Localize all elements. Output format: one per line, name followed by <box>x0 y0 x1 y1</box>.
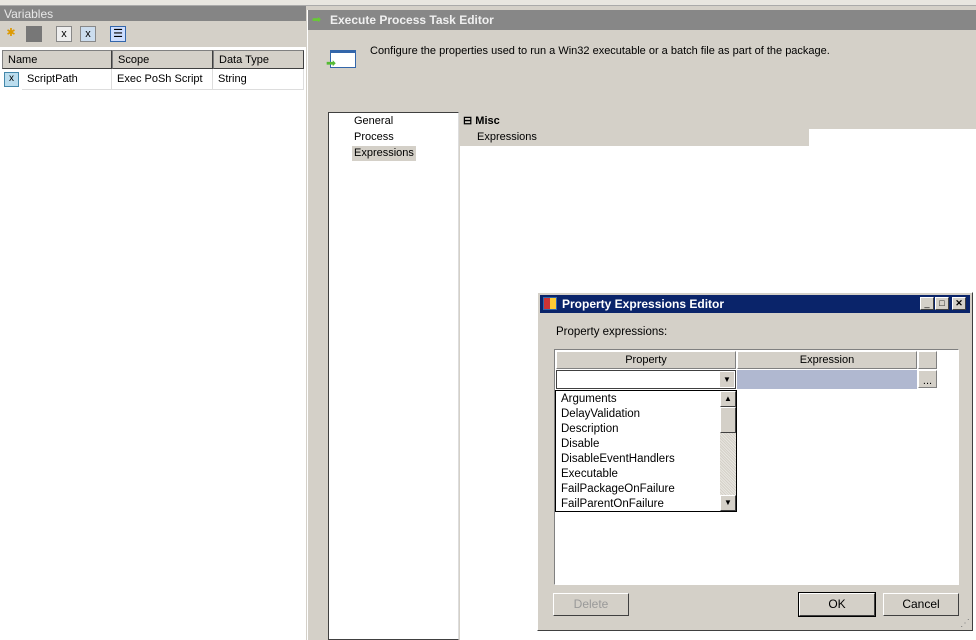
property-combo[interactable]: ▼ <box>556 370 736 389</box>
variables-panel: Variables ✱ x x ☰ Name Scope Data Type x… <box>0 6 306 640</box>
expression-cell[interactable] <box>737 370 917 389</box>
list-item[interactable]: Arguments <box>561 392 617 407</box>
property-expressions-value[interactable] <box>809 129 976 146</box>
cancel-button[interactable]: Cancel <box>883 593 959 616</box>
list-scrollbar[interactable]: ▲ ▼ <box>720 391 736 511</box>
editor-description: Configure the properties used to run a W… <box>370 45 830 57</box>
dialog-app-icon <box>543 297 557 310</box>
nav-process[interactable]: Process <box>352 130 396 145</box>
delete-variable-icon[interactable] <box>26 26 42 42</box>
property-expressions-editor: Property Expressions Editor _ □ ✕ Proper… <box>537 292 973 631</box>
collapse-icon[interactable]: ⊟ <box>463 115 472 127</box>
list-item[interactable]: Disable <box>561 437 599 452</box>
list-item[interactable]: DelayValidation <box>561 407 640 422</box>
list-item[interactable]: Description <box>561 422 619 437</box>
column-header-scope[interactable]: Scope <box>112 50 213 69</box>
cell-name: ScriptPath <box>22 69 112 90</box>
list-item[interactable]: FailPackageOnFailure <box>561 482 675 497</box>
list-item[interactable]: DisableEventHandlers <box>561 452 675 467</box>
property-expressions-label[interactable]: Expressions <box>460 129 809 146</box>
list-item[interactable]: FailParentOnFailure <box>561 497 664 512</box>
variable-icon: x <box>4 72 19 87</box>
minimize-button[interactable]: _ <box>920 297 934 310</box>
category-misc: ⊟ Misc <box>460 112 976 129</box>
column-header-name[interactable]: Name <box>2 50 112 69</box>
category-label: Misc <box>475 115 500 127</box>
list-item[interactable]: Executable <box>561 467 618 482</box>
delete-button[interactable]: Delete <box>553 593 629 616</box>
add-variable-icon[interactable]: ✱ <box>3 26 19 42</box>
arrow-icon: ➡ <box>326 56 337 70</box>
resize-grip-icon[interactable]: ⋰ <box>960 618 970 629</box>
ok-button[interactable]: OK <box>798 592 876 617</box>
property-expressions-label: Property expressions: <box>556 326 668 338</box>
column-header-property[interactable]: Property <box>556 351 736 369</box>
ellipsis-button[interactable]: ... <box>918 370 937 388</box>
expressions-grid: Property Expression ▼ ... Arguments Dela… <box>554 349 959 585</box>
scroll-down-icon[interactable]: ▼ <box>720 495 736 511</box>
task-icon: ➡ <box>312 14 322 26</box>
column-header-blank <box>918 351 937 369</box>
dialog-title: Property Expressions Editor <box>540 295 970 313</box>
maximize-button[interactable]: □ <box>935 297 949 310</box>
column-header-datatype[interactable]: Data Type <box>213 50 304 69</box>
show-all-variables-icon[interactable]: x <box>80 26 96 42</box>
choose-columns-icon[interactable]: ☰ <box>110 26 126 42</box>
close-button[interactable]: ✕ <box>952 297 966 310</box>
scroll-thumb[interactable] <box>720 407 736 433</box>
variables-toolbar: ✱ x x ☰ <box>0 21 306 47</box>
nav-expressions[interactable]: Expressions <box>352 146 416 161</box>
scroll-up-icon[interactable]: ▲ <box>720 391 736 407</box>
nav-general[interactable]: General <box>352 114 395 129</box>
column-header-expression[interactable]: Expression <box>737 351 917 369</box>
property-dropdown-list: Arguments DelayValidation Description Di… <box>555 390 737 512</box>
editor-title: Execute Process Task Editor <box>308 10 976 30</box>
cell-scope: Exec PoSh Script <box>112 69 213 90</box>
editor-nav: General Process Expressions <box>328 112 459 640</box>
dropdown-arrow-icon[interactable]: ▼ <box>720 372 734 387</box>
show-system-variables-icon[interactable]: x <box>56 26 72 42</box>
variables-title: Variables <box>0 6 306 21</box>
cell-datatype: String <box>213 69 304 90</box>
